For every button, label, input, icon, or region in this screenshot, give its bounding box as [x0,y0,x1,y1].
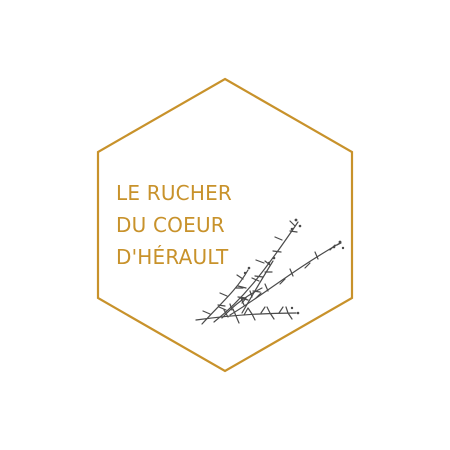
logo-canvas: LE RUCHER DU COEUR D'HÉRAULT [0,0,450,450]
title-line-1: LE RUCHER [116,181,232,205]
logo-title: LE RUCHER DU COEUR D'HÉRAULT [116,181,232,269]
title-line-2: DU COEUR [116,213,225,237]
title-line-3: D'HÉRAULT [116,245,229,269]
logo-graphic: LE RUCHER DU COEUR D'HÉRAULT [96,77,354,373]
